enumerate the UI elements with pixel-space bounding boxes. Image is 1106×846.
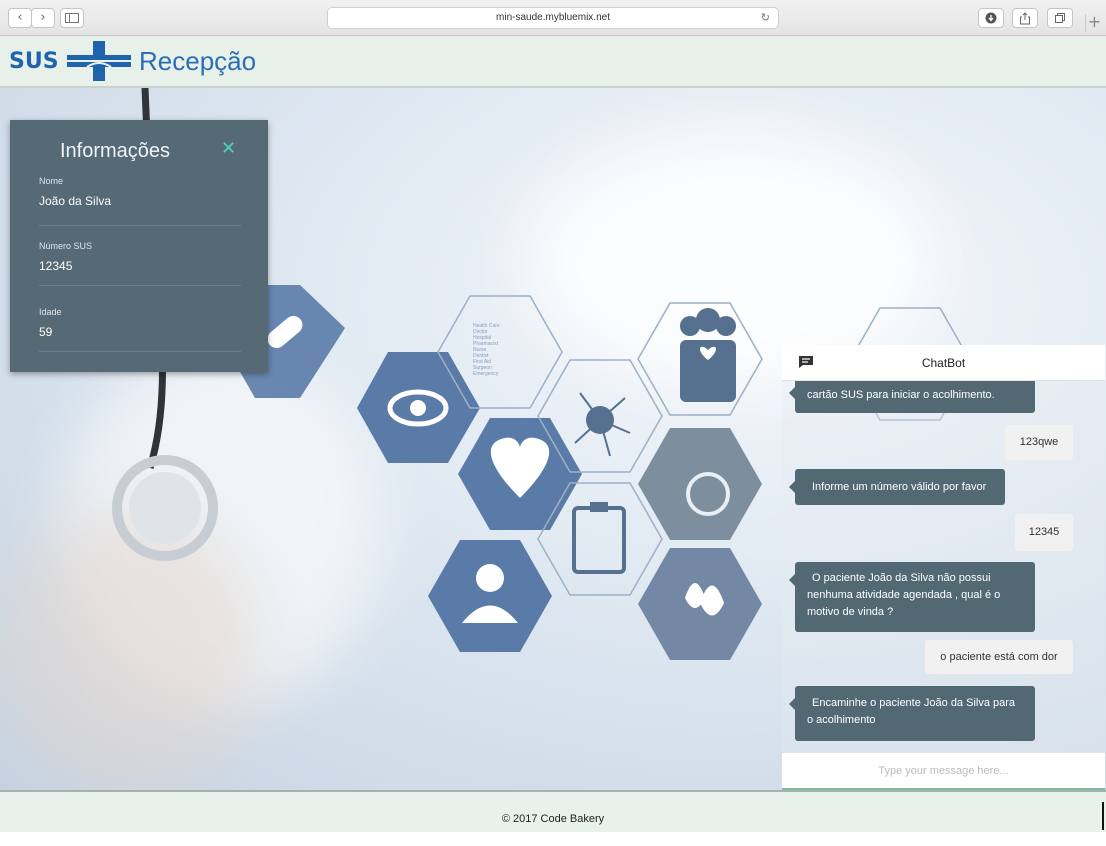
- page-title: Recepção: [139, 46, 257, 76]
- chatbot-widget: ChatBot cartão SUS para iniciar o acolhi…: [782, 345, 1105, 790]
- share-icon[interactable]: [1012, 8, 1038, 28]
- field-numero-sus: Número SUS 12345: [39, 241, 241, 286]
- chat-messages[interactable]: cartão SUS para iniciar o acolhimento. 1…: [782, 381, 1105, 752]
- footer: © 2017 Code Bakery: [0, 790, 1106, 832]
- browser-toolbar: ‹ › min-saude.mybluemix.net ↻ +: [0, 0, 1106, 36]
- chat-message-user: o paciente está com dor: [925, 640, 1073, 674]
- chat-title: ChatBot: [921, 356, 966, 370]
- field-label: Número SUS: [39, 241, 93, 251]
- chat-message-bot: Encaminhe o paciente João da Silva para …: [789, 686, 1035, 741]
- chat-input-container: [782, 752, 1105, 790]
- footer-copyright: © 2017 Code Bakery: [501, 813, 605, 825]
- chat-message-bot: cartão SUS para iniciar o acolhimento.: [789, 381, 1035, 413]
- tabs-icon[interactable]: [1047, 8, 1073, 28]
- patient-info-panel: Informações ✕ Nome João da Silva Número …: [10, 120, 268, 372]
- field-nome: Nome João da Silva: [39, 176, 241, 226]
- field-value: 59: [39, 325, 53, 339]
- field-label: Idade: [39, 307, 62, 317]
- field-idade: Idade 59: [39, 307, 241, 352]
- field-value: João da Silva: [39, 194, 112, 208]
- close-icon[interactable]: ✕: [221, 138, 236, 159]
- forward-button[interactable]: ›: [31, 8, 55, 28]
- chat-message-input[interactable]: [782, 753, 1105, 788]
- text-cursor: [1102, 802, 1104, 830]
- url-text: min-saude.mybluemix.net: [496, 12, 610, 23]
- field-value: 12345: [39, 259, 73, 273]
- address-bar[interactable]: min-saude.mybluemix.net ↻: [327, 7, 779, 29]
- new-tab-button[interactable]: +: [1085, 14, 1103, 32]
- reload-icon[interactable]: ↻: [761, 8, 770, 28]
- chat-message-user: 12345: [1015, 514, 1073, 551]
- medical-terms-list: Health Care Doctor Hospital Pharmacist N…: [473, 323, 500, 377]
- sidebar-toggle-icon[interactable]: [60, 8, 84, 28]
- info-panel-title: Informações: [60, 140, 171, 162]
- chat-header[interactable]: ChatBot: [782, 345, 1105, 381]
- chat-message-bot: O paciente João da Silva não possui nenh…: [789, 562, 1035, 632]
- chat-message-user: 123qwe: [1005, 425, 1073, 460]
- chat-message-bot: Informe um número válido por favor: [789, 469, 1005, 505]
- sus-logo-text: SUS: [9, 49, 59, 74]
- back-button[interactable]: ‹: [8, 8, 32, 28]
- download-icon[interactable]: [978, 8, 1004, 28]
- app-header: SUS Recepção: [0, 36, 1106, 88]
- sus-cross-logo-icon: [67, 41, 131, 81]
- field-label: Nome: [39, 176, 64, 186]
